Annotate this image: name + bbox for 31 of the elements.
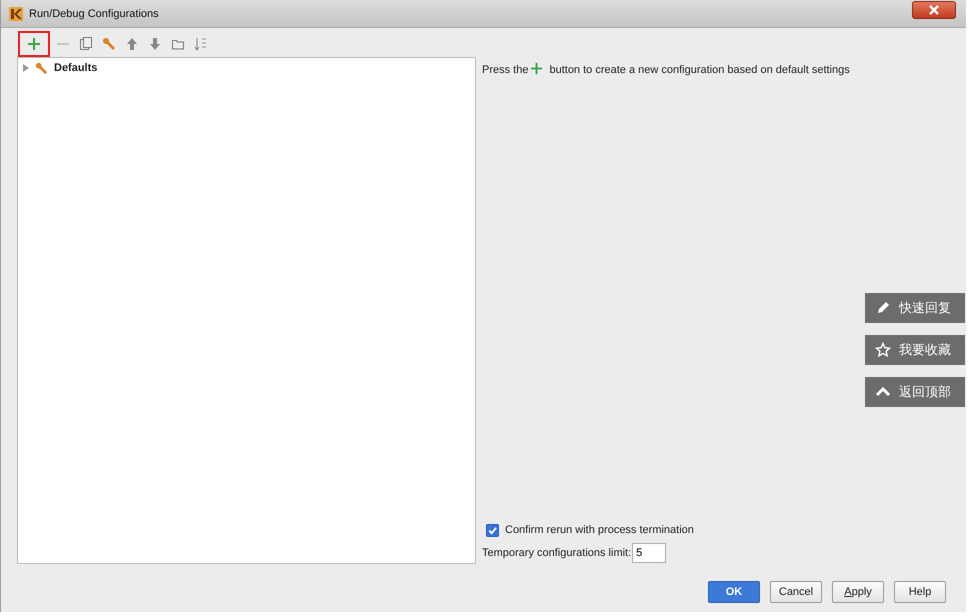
tree-item[interactable]: Defaults [54,62,98,74]
hint-text: Press the [482,64,528,76]
side-button[interactable]: 返回顶部 [865,377,965,407]
wrench-icon [102,37,116,51]
folder-icon [171,37,185,51]
up-arrow-icon [125,37,139,51]
window-title: Run/Debug Configurations [29,8,159,20]
dialog-button[interactable]: OK [708,581,760,603]
dialog-button[interactable]: Help [894,581,946,603]
pencil-icon [875,300,891,316]
star-icon [875,342,891,358]
input-field[interactable]: 5 [632,543,666,563]
close-icon [929,4,939,14]
checkbox[interactable] [486,524,499,536]
hint-text: button to create a new configuration based on default settings [549,64,850,76]
side-button[interactable]: 我要收藏 [865,335,965,365]
expand-arrow-icon[interactable] [23,64,29,72]
dialog-button[interactable]: Cancel [770,581,822,603]
plus-icon [530,62,544,75]
app-icon [9,6,23,20]
down-arrow-icon [148,37,162,51]
checkbox-label: Confirm rerun with process termination [505,524,694,536]
wrench-icon [35,62,48,74]
close-button[interactable] [912,0,956,18]
side-button[interactable]: 快速回复 [865,293,965,323]
field-label: Temporary configurations limit: [482,547,632,559]
sort-icon [194,37,208,51]
plus-icon [27,37,41,51]
toolbar-button[interactable] [18,31,50,57]
copy-icon [79,37,93,51]
dialog-button[interactable]: Apply [832,581,884,603]
